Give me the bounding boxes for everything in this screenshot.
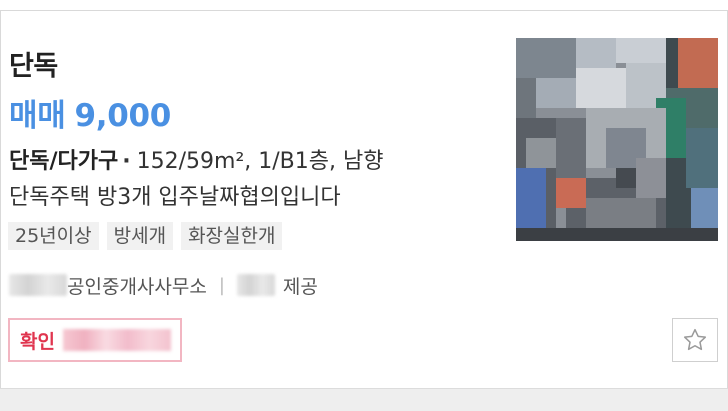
next-card-edge <box>0 388 728 411</box>
listing-thumbnail[interactable] <box>516 38 718 241</box>
redacted-provider-name <box>236 274 275 296</box>
tag-item: 화장실한개 <box>181 222 283 250</box>
tag-item: 25년이상 <box>8 222 99 250</box>
spec-separator: · <box>122 149 131 174</box>
favorite-button[interactable] <box>672 318 718 362</box>
price-amount: 9,000 <box>74 98 172 134</box>
listing-spec: 단독/다가구 · 152/59m², 1/B1층, 남향 <box>9 143 383 175</box>
listing-price: 매매 9,000 <box>9 90 180 135</box>
listing-description: 단독주택 방3개 입주날짜협의입니다 <box>9 185 341 210</box>
spec-details: 152/59m², 1/B1층, 남향 <box>136 149 384 174</box>
star-outline-icon <box>683 328 707 351</box>
agency-office: 공인중개사사무소 <box>67 275 207 298</box>
tag-list: 25년이상 방세개 화장실한개 <box>8 222 283 250</box>
agency-provider: 제공 <box>282 275 318 298</box>
redacted-confirm-date <box>62 329 171 351</box>
agency-divider: | <box>218 274 225 296</box>
trade-type: 매매 <box>9 98 66 134</box>
confirm-badge: 확인 <box>8 318 182 362</box>
agency-info: 공인중개사사무소 | 제공 <box>9 271 318 299</box>
property-category: 단독/다가구 <box>9 149 119 174</box>
thumbnail-image <box>516 38 718 241</box>
listing-type-title: 단독 <box>9 51 58 82</box>
redacted-office-name <box>9 274 67 296</box>
tag-item: 방세개 <box>106 222 174 250</box>
confirm-label: 확인 <box>20 330 55 353</box>
